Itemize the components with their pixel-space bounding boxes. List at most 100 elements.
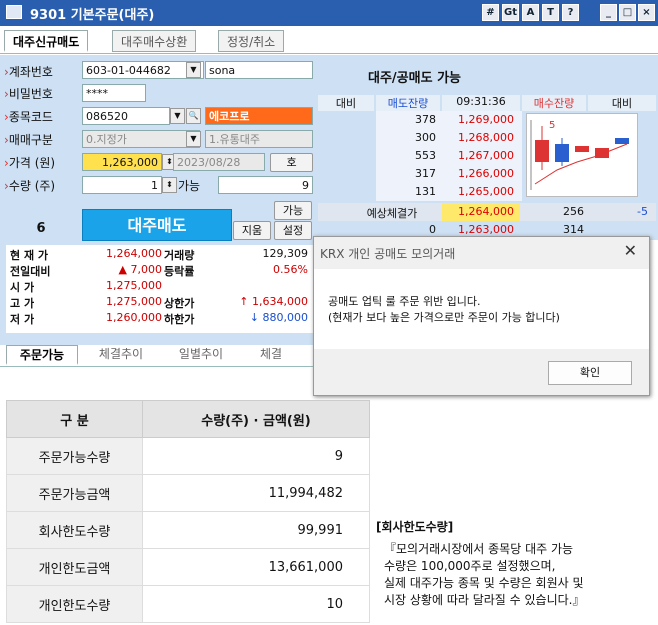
tab-modify-cancel[interactable]: 정정/취소 <box>218 30 285 52</box>
table-header: 구 분 수량(주) · 금액(원) <box>6 400 370 438</box>
ask-qty: 300 <box>415 131 436 144</box>
tab-execution-trend[interactable]: 체결추이 <box>84 345 158 365</box>
date-field[interactable]: 2023/08/28 <box>173 153 265 171</box>
note-line: 실제 대주가능 종목 및 수량은 회원사 및 <box>384 576 584 590</box>
price-field[interactable]: 1,263,000 <box>82 153 162 171</box>
candle <box>615 138 629 144</box>
password-label: ›비밀번호 <box>4 87 53 101</box>
row-key: 개인한도수량 <box>6 585 143 623</box>
tab-daily-trend[interactable]: 일별추이 <box>162 345 240 365</box>
settings-button[interactable]: 설정 <box>274 221 312 240</box>
row-key: 주문가능금액 <box>6 474 143 512</box>
header-diff2: 대비 <box>588 95 656 111</box>
spinner-icon[interactable]: ⬍ <box>162 177 177 193</box>
header-bid-qty: 매수잔량 <box>522 95 586 111</box>
ask-qty: 317 <box>415 167 436 180</box>
tab-buy-repay[interactable]: 대주매수상환 <box>112 30 197 52</box>
mini-chart: 5 <box>526 113 638 197</box>
avail-button[interactable]: 가능 <box>274 201 312 220</box>
close-icon[interactable]: × <box>638 4 655 21</box>
row-value: 13,661,000 <box>142 548 370 586</box>
account-label: ›계좌번호 <box>4 65 53 79</box>
text-icon[interactable]: T <box>542 4 559 21</box>
pin-icon[interactable]: # <box>482 4 499 21</box>
row-value: 9 <box>142 437 370 475</box>
ask-qty: 553 <box>415 149 436 162</box>
ask-price[interactable]: 1,268,000 <box>442 131 514 144</box>
dialog-message-detail: (현재가 보다 높은 가격으로만 주문이 가능 합니다) <box>328 311 560 324</box>
account-name: sona <box>205 61 313 79</box>
candle <box>595 148 609 158</box>
chevron-down-icon[interactable]: ▼ <box>170 108 185 124</box>
row-key: 회사한도수량 <box>6 511 143 549</box>
ask-price[interactable]: 1,265,000 <box>442 185 514 198</box>
stat-row: 고 가 1,275,000 상한가 ↑ 1,634,000 <box>10 295 308 310</box>
order-tabs: 대주신규매도 대주매수상환 정정/취소 <box>0 26 658 54</box>
note-line: 수량은 100,000주로 설정했으며, <box>384 559 556 573</box>
ask-price[interactable]: 1,269,000 <box>442 113 514 126</box>
minimize-icon[interactable]: _ <box>600 4 617 21</box>
price-label: ›가격 (원) <box>4 156 56 170</box>
ask-price[interactable]: 1,267,000 <box>442 149 514 162</box>
expected-price: 1,264,000 <box>442 203 520 221</box>
password-field[interactable]: **** <box>82 84 146 102</box>
quote-stats: 현 재 가 1,264,000 거래량 129,309 전일대비 ▲ 7,000… <box>6 245 316 333</box>
candle-chart: 5 <box>530 120 629 190</box>
bid-qty: 314 <box>563 223 584 236</box>
trade-type-label: ›매매구분 <box>4 133 53 147</box>
bid-price[interactable]: 1,263,000 <box>442 223 514 236</box>
dialog-close-icon[interactable]: ✕ <box>624 241 637 260</box>
limit-note: [회사한도수량] 『모의거래시장에서 종목당 대주 가능 수량은 100,000… <box>376 518 656 609</box>
tab-new-sell[interactable]: 대주신규매도 <box>4 30 89 52</box>
expected-qty: 256 <box>563 205 584 218</box>
search-icon[interactable]: 🔍 <box>186 108 201 124</box>
stat-row: 현 재 가 1,264,000 거래량 129,309 <box>10 247 308 262</box>
info-tabs: 주문가능 체결추이 일별추이 체결 <box>0 345 316 367</box>
avail-label: 가능 <box>178 179 201 193</box>
header-qty-amount: 수량(주) · 금액(원) <box>142 400 370 438</box>
chevron-down-icon[interactable]: ▼ <box>186 131 201 147</box>
row-key: 주문가능수량 <box>6 437 143 475</box>
tab-execution[interactable]: 체결 <box>246 345 296 365</box>
ask-qty: 131 <box>415 185 436 198</box>
ok-button[interactable]: 확인 <box>548 361 632 385</box>
stock-code-label: ›종목코드 <box>4 110 53 124</box>
clear-button[interactable]: 지움 <box>233 221 271 240</box>
avail-value: 9 <box>218 176 313 194</box>
row-value: 99,991 <box>142 511 370 549</box>
maximize-icon[interactable]: □ <box>619 4 636 21</box>
expected-label: 예상체결가 <box>366 207 418 220</box>
row-key: 개인한도금액 <box>6 548 143 586</box>
submit-sell-button[interactable]: 대주매도 <box>82 209 232 241</box>
stock-code-field[interactable]: 086520 <box>82 107 170 125</box>
font-icon[interactable]: A <box>522 4 539 21</box>
trade-type-select[interactable]: 0.지정가 <box>82 130 200 148</box>
link-icon[interactable]: Gt <box>502 4 519 21</box>
orderbook-title: 대주/공매도 가능 <box>368 71 461 86</box>
row-value: 10 <box>142 585 370 623</box>
alert-dialog: KRX 개인 공매도 모의거래 ✕ 공매도 업틱 룰 주문 위반 입니다. (현… <box>313 236 650 396</box>
row-value: 11,994,482 <box>142 474 370 512</box>
header-time: 09:31:36 <box>442 95 520 111</box>
dialog-message: 공매도 업틱 룰 주문 위반 입니다. <box>328 295 481 308</box>
table-row: 회사한도수량 99,991 <box>6 511 370 549</box>
orderbook-panel: 대주/공매도 가능 대비 매도잔량 09:31:36 매수잔량 대비 378 1… <box>316 55 658 240</box>
header-diff: 대비 <box>318 95 374 111</box>
title-bar: 9301 기본주문(대주) # Gt A T ? _ □ × <box>0 0 658 26</box>
help-icon[interactable]: ? <box>562 4 579 21</box>
header-ask-qty: 매도잔량 <box>376 95 440 111</box>
bid-qty-left: 0 <box>429 223 436 236</box>
qty-field[interactable]: 1 <box>82 176 162 194</box>
trade-type2-select[interactable]: 1.유통대주 <box>205 130 313 148</box>
stock-name: 에코프로 <box>205 107 313 125</box>
quote-button[interactable]: 호 <box>270 153 313 172</box>
ask-price[interactable]: 1,266,000 <box>442 167 514 180</box>
table-row: 개인한도수량 10 <box>6 585 370 623</box>
chart-label: 5 <box>549 120 555 131</box>
tab-orderable[interactable]: 주문가능 <box>6 345 78 365</box>
chevron-down-icon[interactable]: ▼ <box>186 62 201 78</box>
note-line: 시장 상황에 따라 달라질 수 있습니다.』 <box>384 593 585 607</box>
note-line: 『모의거래시장에서 종목당 대주 가능 <box>384 542 574 556</box>
dialog-body: 공매도 업틱 룰 주문 위반 입니다. (현재가 보다 높은 가격으로만 주문이… <box>314 269 649 349</box>
header-category: 구 분 <box>6 400 143 438</box>
